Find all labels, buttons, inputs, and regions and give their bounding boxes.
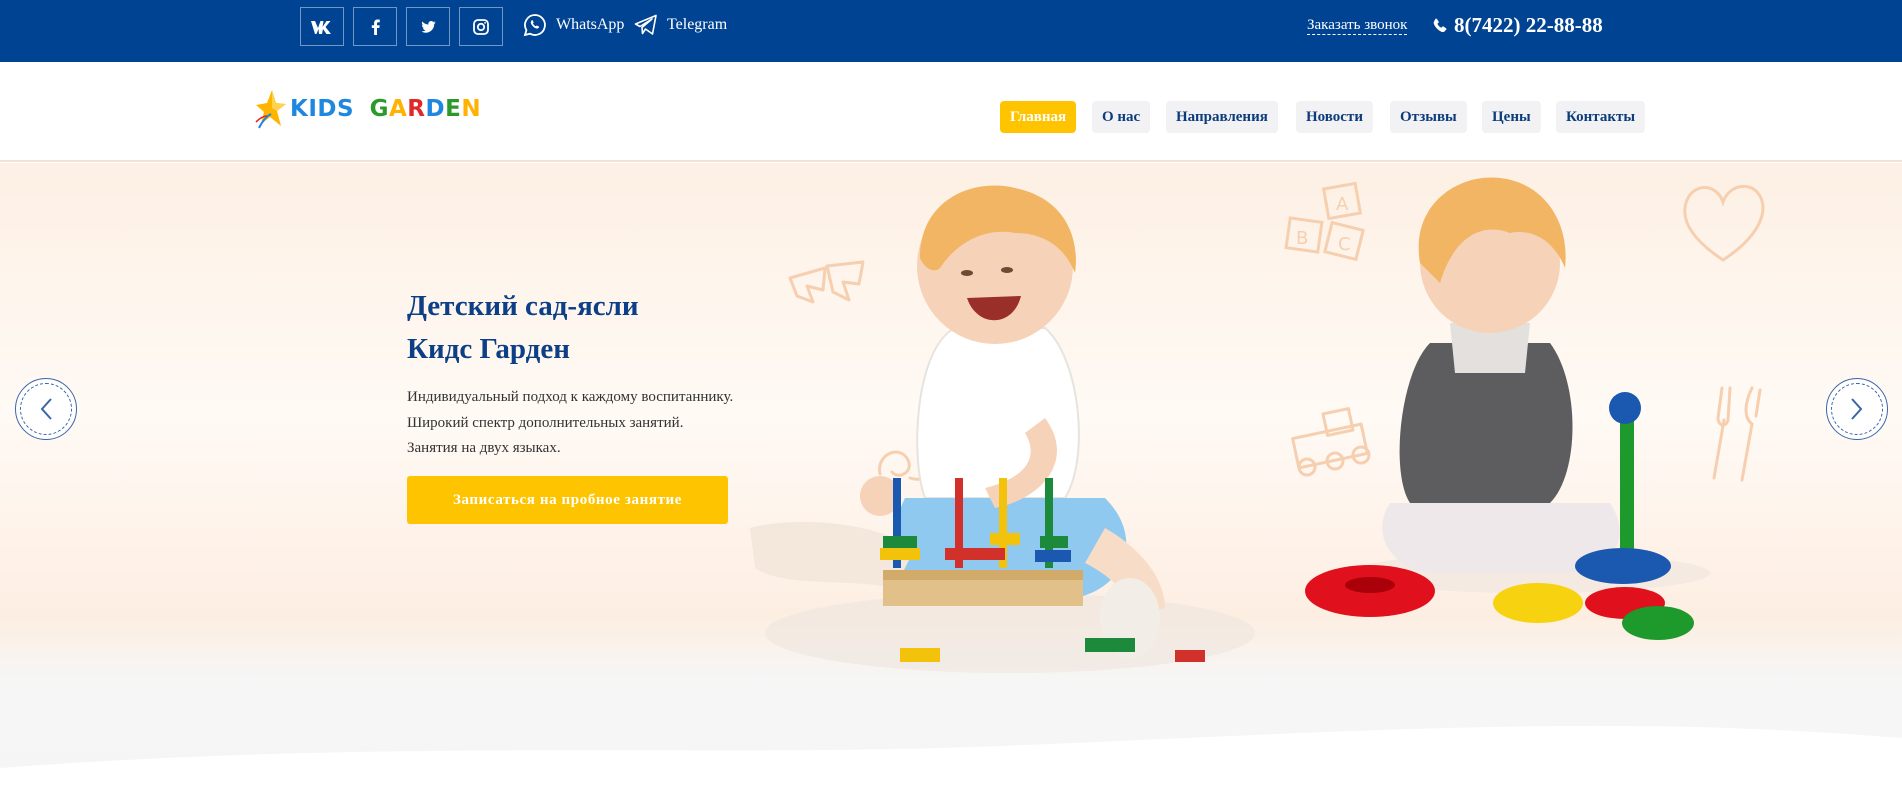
top-bar: WhatsApp Telegram Заказать звонок 8(7422… xyxy=(0,0,1902,62)
nav-item[interactable]: Направления xyxy=(1166,101,1278,133)
nav-item[interactable]: Новости xyxy=(1296,101,1373,133)
logo-letter: K xyxy=(290,96,309,122)
telegram-label: Telegram xyxy=(667,16,728,33)
slider-prev-button[interactable] xyxy=(15,378,77,440)
whatsapp-icon xyxy=(523,14,546,37)
phone-icon xyxy=(1433,18,1447,32)
logo-text: KIDS GARDEN xyxy=(290,96,481,122)
whatsapp-link[interactable]: WhatsApp xyxy=(523,12,624,38)
star-logo-icon xyxy=(255,90,286,129)
logo-letter: S xyxy=(336,96,355,122)
telegram-icon xyxy=(634,14,657,35)
child-stacking-rings-image xyxy=(1305,177,1710,640)
hero-slider: A B C Детский сад-ясли Кидс Гарден Индив… xyxy=(0,163,1902,793)
logo-letter: N xyxy=(461,96,482,122)
instagram-button[interactable] xyxy=(459,7,503,46)
nav-item[interactable]: Отзывы xyxy=(1390,101,1467,133)
slider-next-button[interactable] xyxy=(1826,378,1888,440)
nav-item[interactable]: О нас xyxy=(1092,101,1151,133)
logo-letter: D xyxy=(317,96,337,122)
hero-text-line-2: Широкий спектр дополнительных занятий. xyxy=(407,414,684,431)
telegram-link[interactable]: Telegram xyxy=(634,12,727,38)
vk-icon xyxy=(311,20,331,34)
child-playing-image xyxy=(750,185,1255,673)
facebook-icon xyxy=(371,19,380,35)
logo-letter xyxy=(354,96,363,122)
hero-title-line-1: Детский сад-ясли xyxy=(407,290,639,322)
whatsapp-label: WhatsApp xyxy=(556,16,625,33)
trial-lesson-button[interactable]: Записаться на пробное занятие xyxy=(407,476,728,524)
logo-letter: G xyxy=(369,96,389,122)
callback-link[interactable]: Заказать звонок xyxy=(1307,17,1408,35)
logo-letter: R xyxy=(407,96,426,122)
logo-letter: E xyxy=(445,96,462,122)
hero-title-line-2: Кидс Гарден xyxy=(407,333,570,365)
phone-link[interactable]: 8(7422) 22-88-88 xyxy=(1432,13,1603,38)
twitter-icon xyxy=(420,20,436,33)
nav-item[interactable]: Цены xyxy=(1482,101,1541,133)
hero-text-line-1: Индивидуальный подход к каждому воспитан… xyxy=(407,389,734,405)
nav-item[interactable]: Главная xyxy=(1000,101,1077,133)
phone-number: 8(7422) 22-88-88 xyxy=(1454,13,1603,37)
vk-button[interactable] xyxy=(300,7,344,46)
logo-letter: D xyxy=(425,96,446,122)
logo-letter: A xyxy=(388,96,408,122)
hero-title: Детский сад-ясли Кидс Гарден xyxy=(407,285,827,371)
hero-description: Индивидуальный подход к каждому воспитан… xyxy=(407,385,827,462)
bottom-wave xyxy=(0,725,1902,793)
facebook-button[interactable] xyxy=(353,7,397,46)
hero-text-line-3: Занятия на двух языках. xyxy=(407,440,561,456)
logo[interactable]: KIDS GARDEN xyxy=(255,88,481,130)
nav-item[interactable]: Контакты xyxy=(1556,101,1646,133)
twitter-button[interactable] xyxy=(406,7,450,46)
instagram-icon xyxy=(473,18,489,35)
